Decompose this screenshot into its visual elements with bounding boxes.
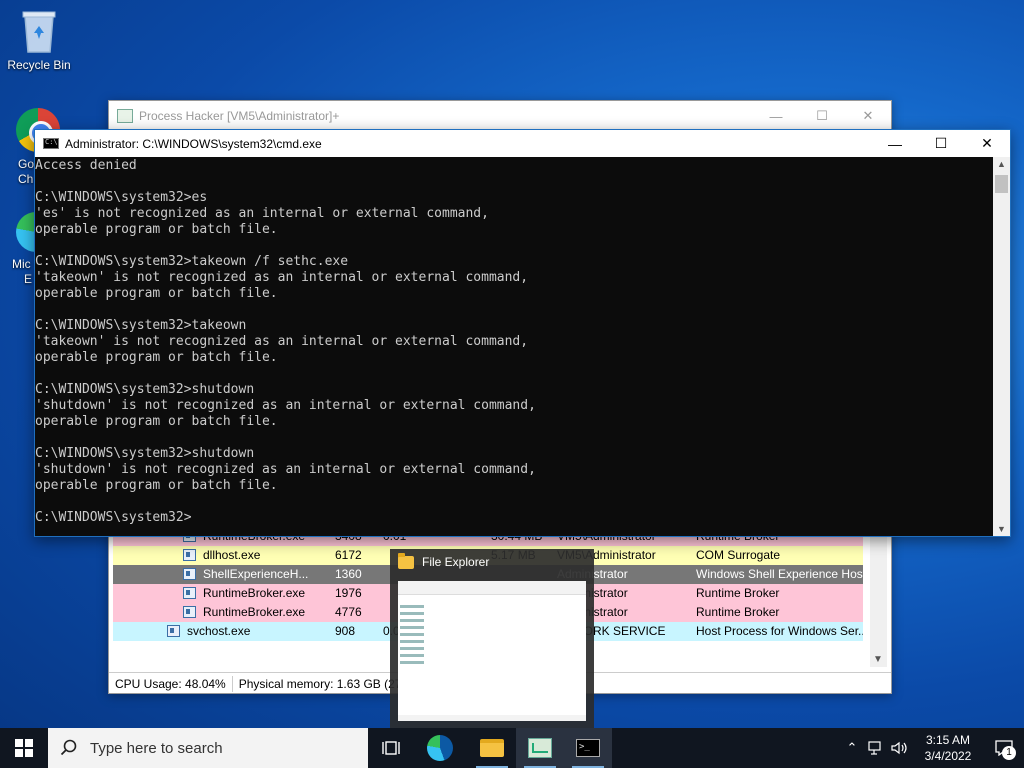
cmd-maximize-button[interactable]: ☐ [918, 130, 964, 157]
file-explorer-taskbar-button[interactable] [468, 728, 516, 768]
process-pid: 1360 [335, 567, 362, 581]
cmd-icon [43, 138, 59, 149]
cmd-line: 'shutdown' is not recognized as an inter… [35, 462, 536, 477]
process-icon [183, 568, 196, 580]
folder-icon [398, 552, 414, 569]
cmd-icon: >_ [576, 739, 600, 757]
process-hacker-icon [528, 738, 552, 758]
recycle-bin-shortcut[interactable]: Recycle Bin [4, 8, 74, 72]
process-name: RuntimeBroker.exe [203, 586, 306, 600]
scroll-down-icon[interactable]: ▼ [997, 524, 1006, 534]
task-view-button[interactable] [368, 728, 416, 768]
cmd-line [35, 430, 993, 446]
chrome-label-fragment: Go [18, 157, 35, 171]
cmd-line: operable program or batch file. [35, 286, 278, 301]
file-explorer-preview[interactable] [398, 581, 586, 721]
recycle-bin-label: Recycle Bin [7, 58, 71, 72]
process-hacker-icon [117, 109, 133, 123]
scroll-up-icon[interactable]: ▲ [997, 159, 1006, 169]
cmd-line: C:\WINDOWS\system32>takeown [35, 318, 247, 333]
network-icon[interactable] [864, 728, 888, 768]
cmd-line: operable program or batch file. [35, 478, 278, 493]
recycle-bin-icon [22, 11, 56, 53]
process-pid: 1976 [335, 586, 362, 600]
cmd-line: 'takeown' is not recognized as an intern… [35, 270, 529, 285]
cmd-taskbar-button[interactable]: >_ [564, 728, 612, 768]
process-pid: 4776 [335, 605, 362, 619]
search-box[interactable]: Type here to search [48, 728, 368, 768]
cmd-line: C:\WINDOWS\system32>shutdown [35, 382, 255, 397]
chrome-label-fragment-2: Ch [18, 172, 34, 186]
scroll-thumb[interactable] [995, 175, 1008, 193]
process-pid: 908 [335, 624, 356, 638]
process-name: dllhost.exe [203, 548, 261, 562]
cmd-output[interactable]: Access denied C:\WINDOWS\system32>es'es' … [35, 157, 993, 536]
cmd-line [35, 302, 993, 318]
windows-logo-icon [15, 739, 33, 757]
file-explorer-thumbnail[interactable]: File Explorer [390, 549, 594, 728]
cmd-line [35, 174, 993, 190]
process-desc: Host Process for Windows Ser... [696, 624, 863, 638]
cmd-window[interactable]: Administrator: C:\WINDOWS\system32\cmd.e… [34, 129, 1011, 537]
cmd-line: operable program or batch file. [35, 414, 278, 429]
cmd-line: 'shutdown' is not recognized as an inter… [35, 398, 536, 413]
cmd-minimize-button[interactable]: — [872, 130, 918, 157]
cmd-line: 'es' is not recognized as an internal or… [35, 206, 489, 221]
process-icon [183, 587, 196, 599]
process-hacker-title: Process Hacker [VM5\Administrator]+ [139, 109, 340, 123]
cmd-scrollbar[interactable]: ▲ ▼ [993, 157, 1010, 536]
close-button[interactable]: ✕ [845, 101, 891, 131]
process-hacker-taskbar-button[interactable] [516, 728, 564, 768]
cpu-usage-status: CPU Usage: 48.04% [109, 675, 233, 692]
cmd-line: operable program or batch file. [35, 222, 278, 237]
chevron-up-icon[interactable]: ⌃ [840, 728, 864, 768]
process-pid: 6172 [335, 548, 362, 562]
clock-date: 3/4/2022 [924, 749, 972, 763]
cmd-close-button[interactable]: ✕ [964, 130, 1010, 157]
cmd-titlebar[interactable]: Administrator: C:\WINDOWS\system32\cmd.e… [35, 130, 1010, 157]
cmd-line: C:\WINDOWS\system32>es [35, 190, 208, 205]
scroll-down-icon[interactable]: ▼ [873, 654, 883, 665]
cmd-title: Administrator: C:\WINDOWS\system32\cmd.e… [65, 136, 322, 151]
cmd-line [35, 238, 993, 254]
edge-taskbar-button[interactable] [416, 728, 464, 768]
edge-label-fragment: Mic [12, 257, 31, 271]
process-icon [167, 625, 180, 637]
system-tray: ⌃ 3:15 AM 3/4/2022 1 [840, 728, 1024, 768]
notification-center-button[interactable]: 1 [984, 728, 1024, 768]
clock[interactable]: 3:15 AM 3/4/2022 [918, 732, 978, 764]
minimize-button[interactable]: — [753, 101, 799, 131]
folder-icon [480, 739, 504, 757]
cmd-line [35, 366, 993, 382]
process-icon [183, 606, 196, 618]
maximize-button[interactable]: ☐ [799, 101, 845, 131]
file-explorer-thumb-title: File Explorer [422, 555, 490, 569]
process-name: svchost.exe [187, 624, 251, 638]
process-desc: Windows Shell Experience Host [696, 567, 863, 581]
cmd-line: 'takeown' is not recognized as an intern… [35, 334, 529, 349]
process-desc: Runtime Broker [696, 605, 780, 619]
process-icon [183, 549, 196, 561]
cmd-line: C:\WINDOWS\system32> [35, 510, 192, 525]
notification-badge: 1 [1002, 746, 1016, 760]
cmd-line: Access denied [35, 158, 137, 173]
process-name: ShellExperienceH... [203, 567, 309, 581]
task-view-icon [382, 741, 400, 755]
search-placeholder: Type here to search [90, 739, 223, 757]
cmd-line: C:\WINDOWS\system32>takeown /f sethc.exe [35, 254, 349, 269]
edge-label-fragment-2: E [24, 272, 33, 286]
cmd-line [35, 494, 993, 510]
edge-icon [427, 735, 453, 761]
cmd-line: operable program or batch file. [35, 350, 278, 365]
cmd-line: C:\WINDOWS\system32>shutdown [35, 446, 255, 461]
process-desc: Runtime Broker [696, 586, 780, 600]
clock-time: 3:15 AM [925, 733, 971, 747]
search-icon [60, 739, 77, 756]
process-desc: COM Surrogate [696, 548, 781, 562]
start-button[interactable] [0, 728, 48, 768]
volume-icon[interactable] [888, 728, 912, 768]
process-list-scrollbar[interactable]: ▼ [870, 537, 887, 667]
process-name: RuntimeBroker.exe [203, 605, 306, 619]
